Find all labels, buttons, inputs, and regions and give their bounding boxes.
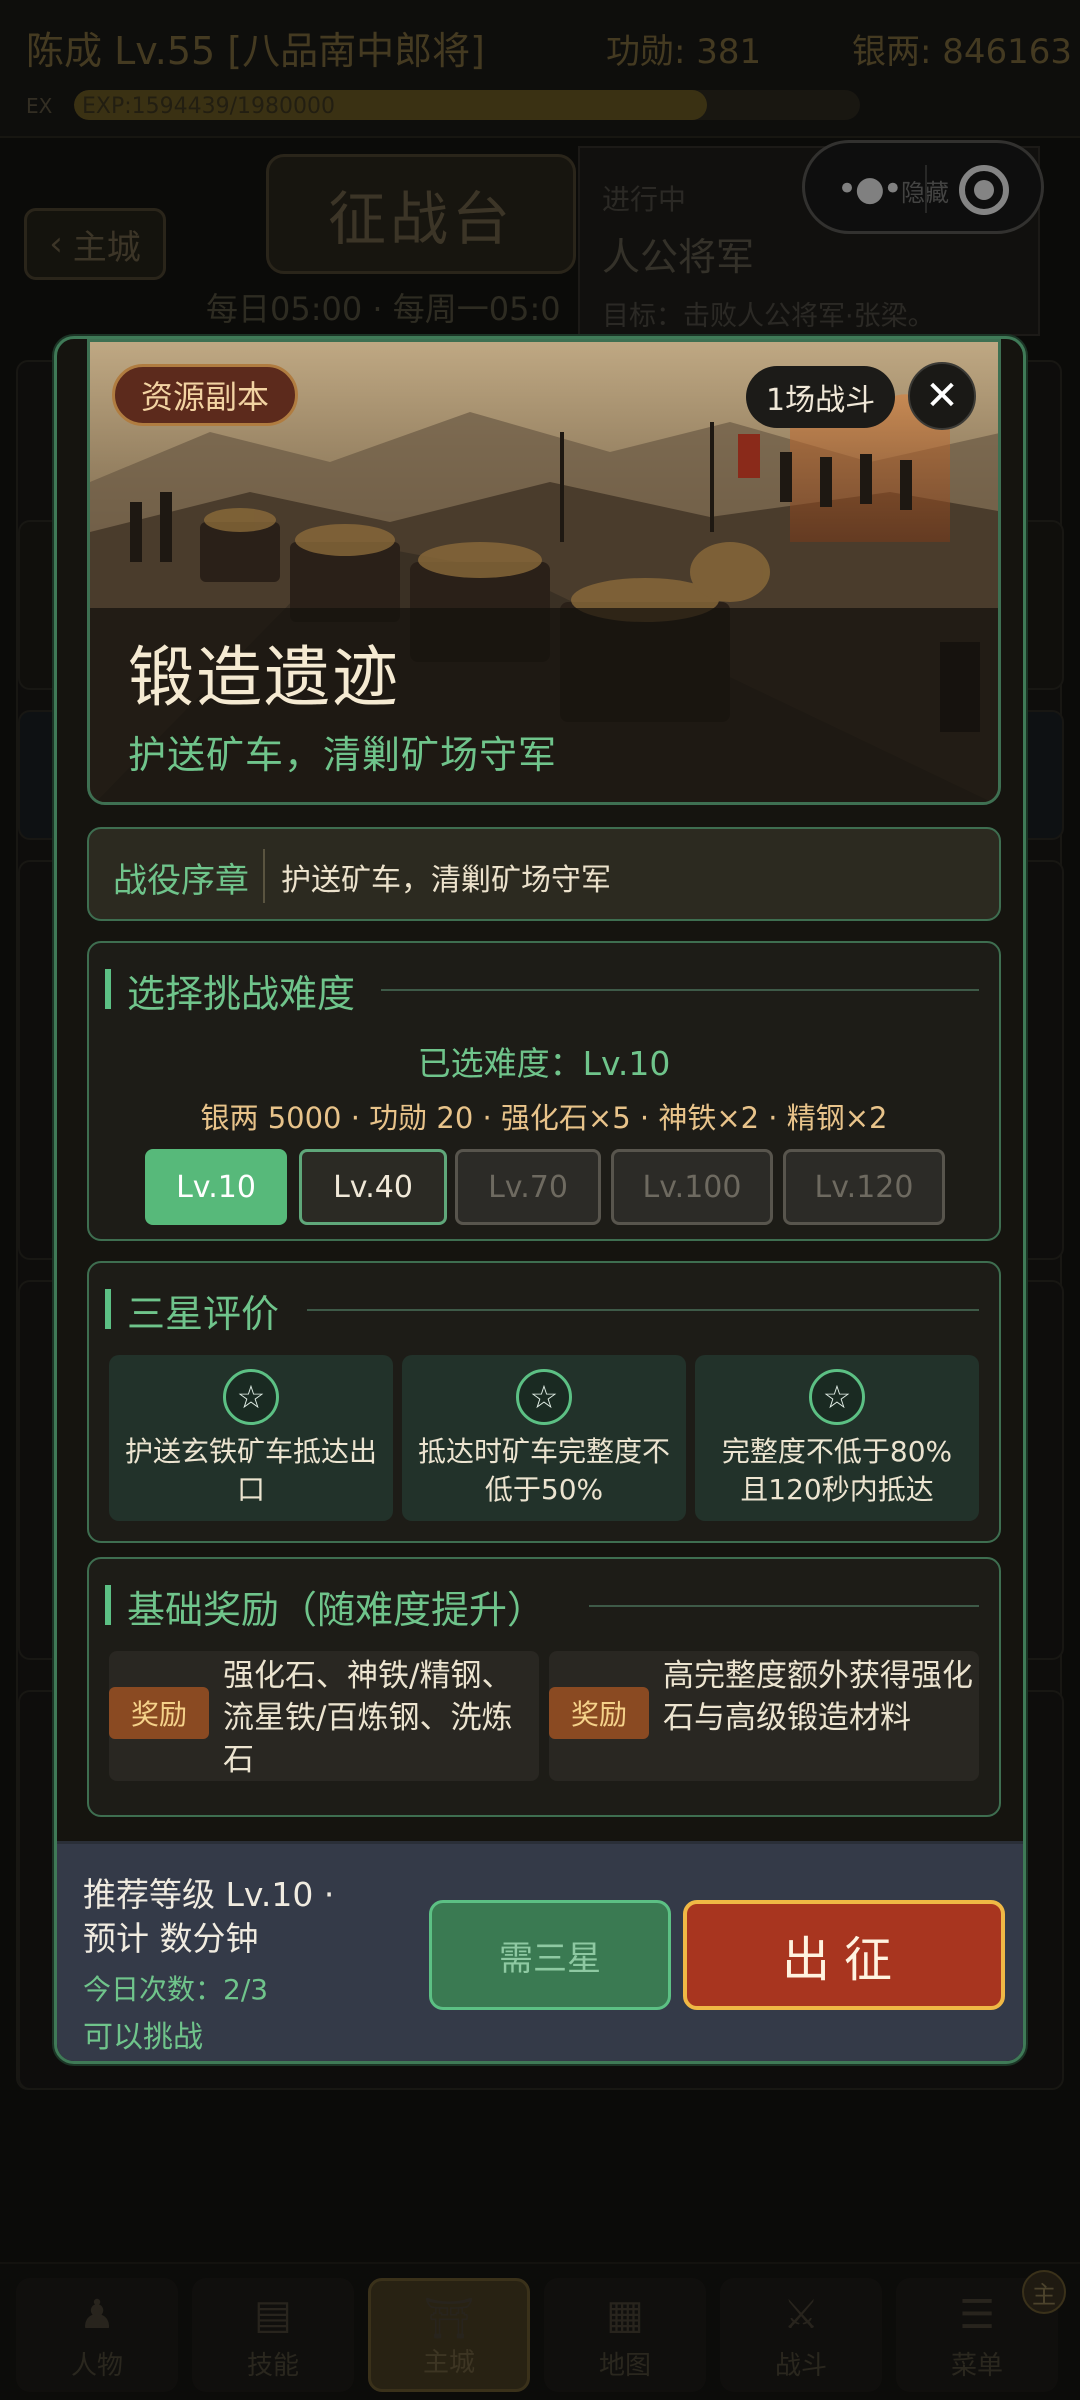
selected-difficulty: 已选难度：Lv.10 <box>417 1044 671 1083</box>
difficulty-lv70-button[interactable]: Lv.70 <box>455 1149 601 1225</box>
close-button[interactable]: ✕ <box>908 362 976 430</box>
star-condition-text: 完整度不低于80%且120秒内抵达 <box>721 1435 953 1506</box>
section-divider <box>381 989 979 991</box>
prologue-divider <box>263 849 265 903</box>
reward-text: 强化石、神铁/精钢、流星铁/百炼钢、洗炼石 <box>223 1658 513 1778</box>
difficulty-lv10-button[interactable]: Lv.10 <box>145 1149 287 1225</box>
three-star-sweep-button[interactable]: 需三星 <box>429 1900 671 2010</box>
star-icon: ☆ <box>223 1369 279 1425</box>
reward-tag: 奖励 <box>109 1687 209 1739</box>
section-divider <box>589 1605 979 1607</box>
section-accent-bar <box>105 969 111 1009</box>
difficulty-section: 选择挑战难度 已选难度：Lv.10 银两 5000 · 功勋 20 · 强化石×… <box>87 941 1001 1241</box>
estimated-time: 预计 数分钟 <box>83 1919 259 1958</box>
challenge-status: 可以挑战 <box>83 2020 203 2055</box>
difficulty-lv40-button[interactable]: Lv.40 <box>299 1149 447 1225</box>
star-icon: ☆ <box>516 1369 572 1425</box>
section-divider <box>307 1309 979 1311</box>
dungeon-title: 锻造遗迹 <box>128 639 400 716</box>
depart-button[interactable]: 出征 <box>683 1900 1005 2010</box>
star-condition-card: ☆ 护送玄铁矿车抵达出口 <box>109 1355 393 1521</box>
reward-tag: 奖励 <box>549 1687 649 1739</box>
star-condition-text: 护送玄铁矿车抵达出口 <box>124 1435 377 1506</box>
prologue-label: 战役序章 <box>113 861 249 901</box>
base-rewards-section: 基础奖励（随难度提升） 奖励 强化石、神铁/精钢、流星铁/百炼钢、洗炼石 奖励 … <box>87 1557 1001 1817</box>
star-condition-card: ☆ 抵达时矿车完整度不低于50% <box>402 1355 686 1521</box>
star-rating-title: 三星评价 <box>127 1292 280 1336</box>
rewards-title: 基础奖励（随难度提升） <box>127 1588 546 1632</box>
reward-text: 高完整度额外获得强化石与高级锻造材料 <box>663 1658 973 1736</box>
modal-footer: 推荐等级 Lv.10 · 预计 数分钟 今日次数：2/3 可以挑战 需三星 出征 <box>57 1841 1023 2061</box>
battle-count-badge: 1场战斗 <box>746 366 896 428</box>
section-accent-bar <box>105 1289 111 1329</box>
daily-attempts: 今日次数：2/3 <box>83 1973 269 2006</box>
reward-card: 奖励 高完整度额外获得强化石与高级锻造材料 <box>549 1651 979 1781</box>
star-condition-card: ☆ 完整度不低于80%且120秒内抵达 <box>695 1355 979 1521</box>
difficulty-lv100-button[interactable]: Lv.100 <box>611 1149 773 1225</box>
hero-banner: 资源副本 1场战斗 ✕ 锻造遗迹 护送矿车，清剿矿场守军 <box>87 339 1001 805</box>
star-condition-text: 抵达时矿车完整度不低于50% <box>417 1435 670 1506</box>
dungeon-detail-modal: 资源副本 1场战斗 ✕ 锻造遗迹 护送矿车，清剿矿场守军 战役序章 护送矿车，清… <box>54 336 1026 2064</box>
campaign-prologue: 战役序章 护送矿车，清剿矿场守军 <box>87 827 1001 921</box>
section-accent-bar <box>105 1585 111 1625</box>
challenge-cost: 银两 5000 · 功勋 20 · 强化石×5 · 神铁×2 · 精钢×2 <box>200 1101 888 1135</box>
reward-card: 奖励 强化石、神铁/精钢、流星铁/百炼钢、洗炼石 <box>109 1651 539 1781</box>
star-rating-section: 三星评价 ☆ 护送玄铁矿车抵达出口 ☆ 抵达时矿车完整度不低于50% ☆ 完整度… <box>87 1261 1001 1543</box>
resource-dungeon-tag: 资源副本 <box>112 364 299 426</box>
difficulty-title: 选择挑战难度 <box>127 972 356 1016</box>
prologue-text: 护送矿车，清剿矿场守军 <box>281 863 611 898</box>
dungeon-subtitle: 护送矿车，清剿矿场守军 <box>128 733 558 777</box>
recommended-level: 推荐等级 Lv.10 · <box>83 1875 335 1914</box>
difficulty-lv120-button[interactable]: Lv.120 <box>783 1149 945 1225</box>
star-icon: ☆ <box>809 1369 865 1425</box>
